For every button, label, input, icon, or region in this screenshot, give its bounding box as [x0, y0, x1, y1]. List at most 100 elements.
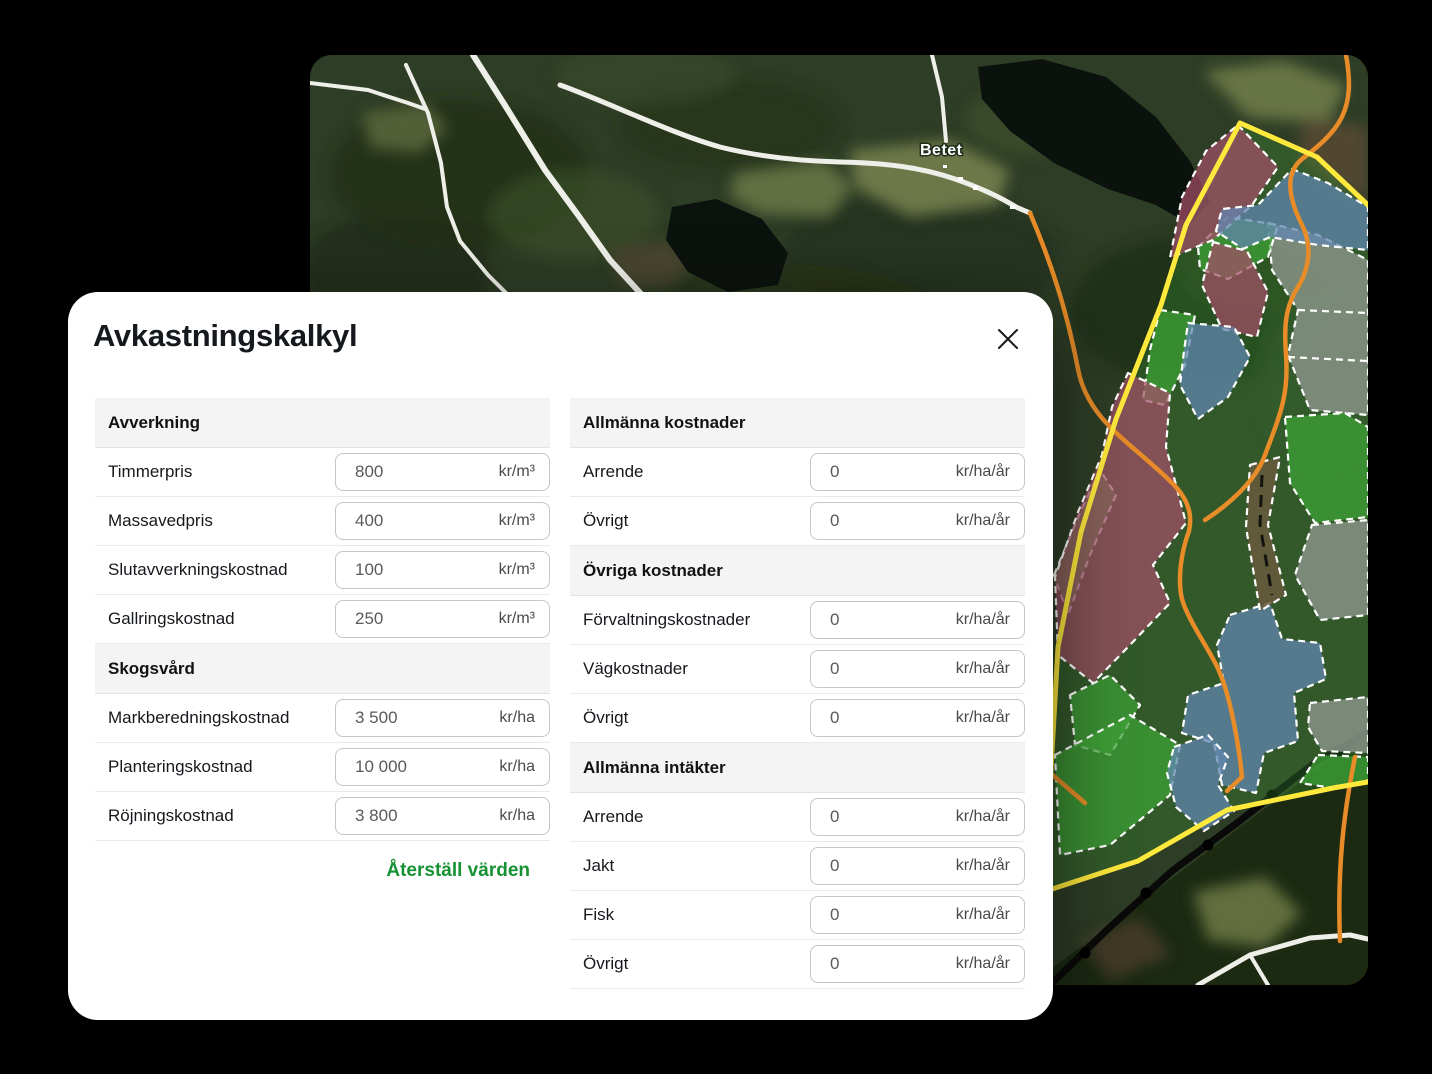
row-label: Arrende — [583, 462, 643, 482]
input-unit: kr/ha/år — [956, 906, 1010, 924]
input-value: 0 — [830, 610, 839, 630]
input-value: 400 — [355, 511, 383, 531]
input-unit: kr/m³ — [499, 463, 535, 481]
form-columns: AvverkningTimmerpris800kr/m³Massavedpris… — [95, 398, 1025, 989]
input-value: 0 — [830, 659, 839, 679]
form-row: Markberedningskostnad 3 500 kr/ha — [95, 694, 550, 743]
section-header: Skogsvård — [95, 644, 550, 694]
input-unit: kr/m³ — [499, 610, 535, 628]
value-input[interactable]: 0 kr/ha/år — [810, 453, 1025, 491]
input-unit: kr/ha/år — [956, 512, 1010, 530]
section-header: Allmänna intäkter — [570, 743, 1025, 793]
row-label: Timmerpris — [108, 462, 192, 482]
section-header: Allmänna kostnader — [570, 398, 1025, 448]
close-button[interactable] — [993, 324, 1023, 354]
form-column-left: AvverkningTimmerpris800kr/m³Massavedpris… — [95, 398, 550, 989]
form-row: Vägkostnader 0 kr/ha/år — [570, 645, 1025, 694]
row-label: Gallringskostnad — [108, 609, 235, 629]
form-row: Timmerpris 800 kr/m³ — [95, 448, 550, 497]
input-unit: kr/ha/år — [956, 660, 1010, 678]
section-header-label: Allmänna intäkter — [583, 758, 726, 778]
section-header-label: Skogsvård — [108, 659, 195, 679]
close-icon — [996, 327, 1020, 351]
row-label: Jakt — [583, 856, 614, 876]
row-label: Planteringskostnad — [108, 757, 253, 777]
form-row: Arrende 0 kr/ha/år — [570, 448, 1025, 497]
value-input[interactable]: 0 kr/ha/år — [810, 601, 1025, 639]
value-input[interactable]: 3 500 kr/ha — [335, 699, 550, 737]
input-value: 250 — [355, 609, 383, 629]
value-input[interactable]: 0 kr/ha/år — [810, 896, 1025, 934]
row-label: Röjningskostnad — [108, 806, 234, 826]
form-row: Övrigt 0 kr/ha/år — [570, 497, 1025, 546]
input-value: 100 — [355, 560, 383, 580]
row-label: Vägkostnader — [583, 659, 688, 679]
row-label: Massavedpris — [108, 511, 213, 531]
input-unit: kr/ha — [499, 758, 535, 776]
input-value: 10 000 — [355, 757, 407, 777]
input-value: 0 — [830, 856, 839, 876]
form-row: Gallringskostnad 250 kr/m³ — [95, 595, 550, 644]
row-label: Fisk — [583, 905, 614, 925]
section-header-label: Allmänna kostnader — [583, 413, 746, 433]
section-header-label: Övriga kostnader — [583, 561, 723, 581]
form-column-right: Allmänna kostnaderArrende0kr/ha/årÖvrigt… — [570, 398, 1025, 989]
value-input[interactable]: 0 kr/ha/år — [810, 945, 1025, 983]
row-label: Förvaltningskostnader — [583, 610, 750, 630]
value-input[interactable]: 100 kr/m³ — [335, 551, 550, 589]
map-place-label: Betet — [920, 142, 963, 159]
input-value: 3 800 — [355, 806, 398, 826]
form-row: Massavedpris 400 kr/m³ — [95, 497, 550, 546]
input-value: 0 — [830, 807, 839, 827]
form-row: Arrende 0 kr/ha/år — [570, 793, 1025, 842]
input-unit: kr/ha/år — [956, 709, 1010, 727]
input-unit: kr/ha/år — [956, 808, 1010, 826]
input-unit: kr/ha — [499, 807, 535, 825]
input-value: 0 — [830, 708, 839, 728]
section-header-label: Avverkning — [108, 413, 200, 433]
input-unit: kr/m³ — [499, 561, 535, 579]
row-label: Övrigt — [583, 511, 628, 531]
form-row: Övrigt 0 kr/ha/år — [570, 940, 1025, 989]
modal-title: Avkastningskalkyl — [93, 318, 357, 354]
input-value: 0 — [830, 511, 839, 531]
form-row: Röjningskostnad 3 800 kr/ha — [95, 792, 550, 841]
form-row: Slutavverkningskostnad 100 kr/m³ — [95, 546, 550, 595]
input-unit: kr/ha/år — [956, 463, 1010, 481]
value-input[interactable]: 3 800 kr/ha — [335, 797, 550, 835]
input-value: 0 — [830, 905, 839, 925]
row-label: Markberedningskostnad — [108, 708, 289, 728]
row-label: Övrigt — [583, 954, 628, 974]
form-row: Övrigt 0 kr/ha/år — [570, 694, 1025, 743]
input-value: 800 — [355, 462, 383, 482]
form-row: Förvaltningskostnader 0 kr/ha/år — [570, 596, 1025, 645]
input-unit: kr/m³ — [499, 512, 535, 530]
row-label: Övrigt — [583, 708, 628, 728]
section-header: Övriga kostnader — [570, 546, 1025, 596]
input-unit: kr/ha/år — [956, 857, 1010, 875]
reset-row: Återställ värden — [95, 841, 550, 882]
yield-calculator-modal: Avkastningskalkyl Avverkning Timmerpris 80… — [68, 292, 1053, 1020]
form-row: Jakt 0 kr/ha/år — [570, 842, 1025, 891]
row-label: Arrende — [583, 807, 643, 827]
reset-values-link[interactable]: Återställ värden — [386, 860, 530, 882]
value-input[interactable]: 400 kr/m³ — [335, 502, 550, 540]
value-input[interactable]: 0 kr/ha/år — [810, 650, 1025, 688]
value-input[interactable]: 0 kr/ha/år — [810, 502, 1025, 540]
input-unit: kr/ha/år — [956, 611, 1010, 629]
value-input[interactable]: 0 kr/ha/år — [810, 699, 1025, 737]
value-input[interactable]: 0 kr/ha/år — [810, 798, 1025, 836]
input-value: 0 — [830, 954, 839, 974]
value-input[interactable]: 0 kr/ha/år — [810, 847, 1025, 885]
form-row: Fisk 0 kr/ha/år — [570, 891, 1025, 940]
row-label: Slutavverkningskostnad — [108, 560, 288, 580]
input-unit: kr/ha — [499, 709, 535, 727]
input-unit: kr/ha/år — [956, 955, 1010, 973]
input-value: 3 500 — [355, 708, 398, 728]
section-header: Avverkning — [95, 398, 550, 448]
form-row: Planteringskostnad 10 000 kr/ha — [95, 743, 550, 792]
value-input[interactable]: 250 kr/m³ — [335, 600, 550, 638]
value-input[interactable]: 10 000 kr/ha — [335, 748, 550, 786]
value-input[interactable]: 800 kr/m³ — [335, 453, 550, 491]
input-value: 0 — [830, 462, 839, 482]
